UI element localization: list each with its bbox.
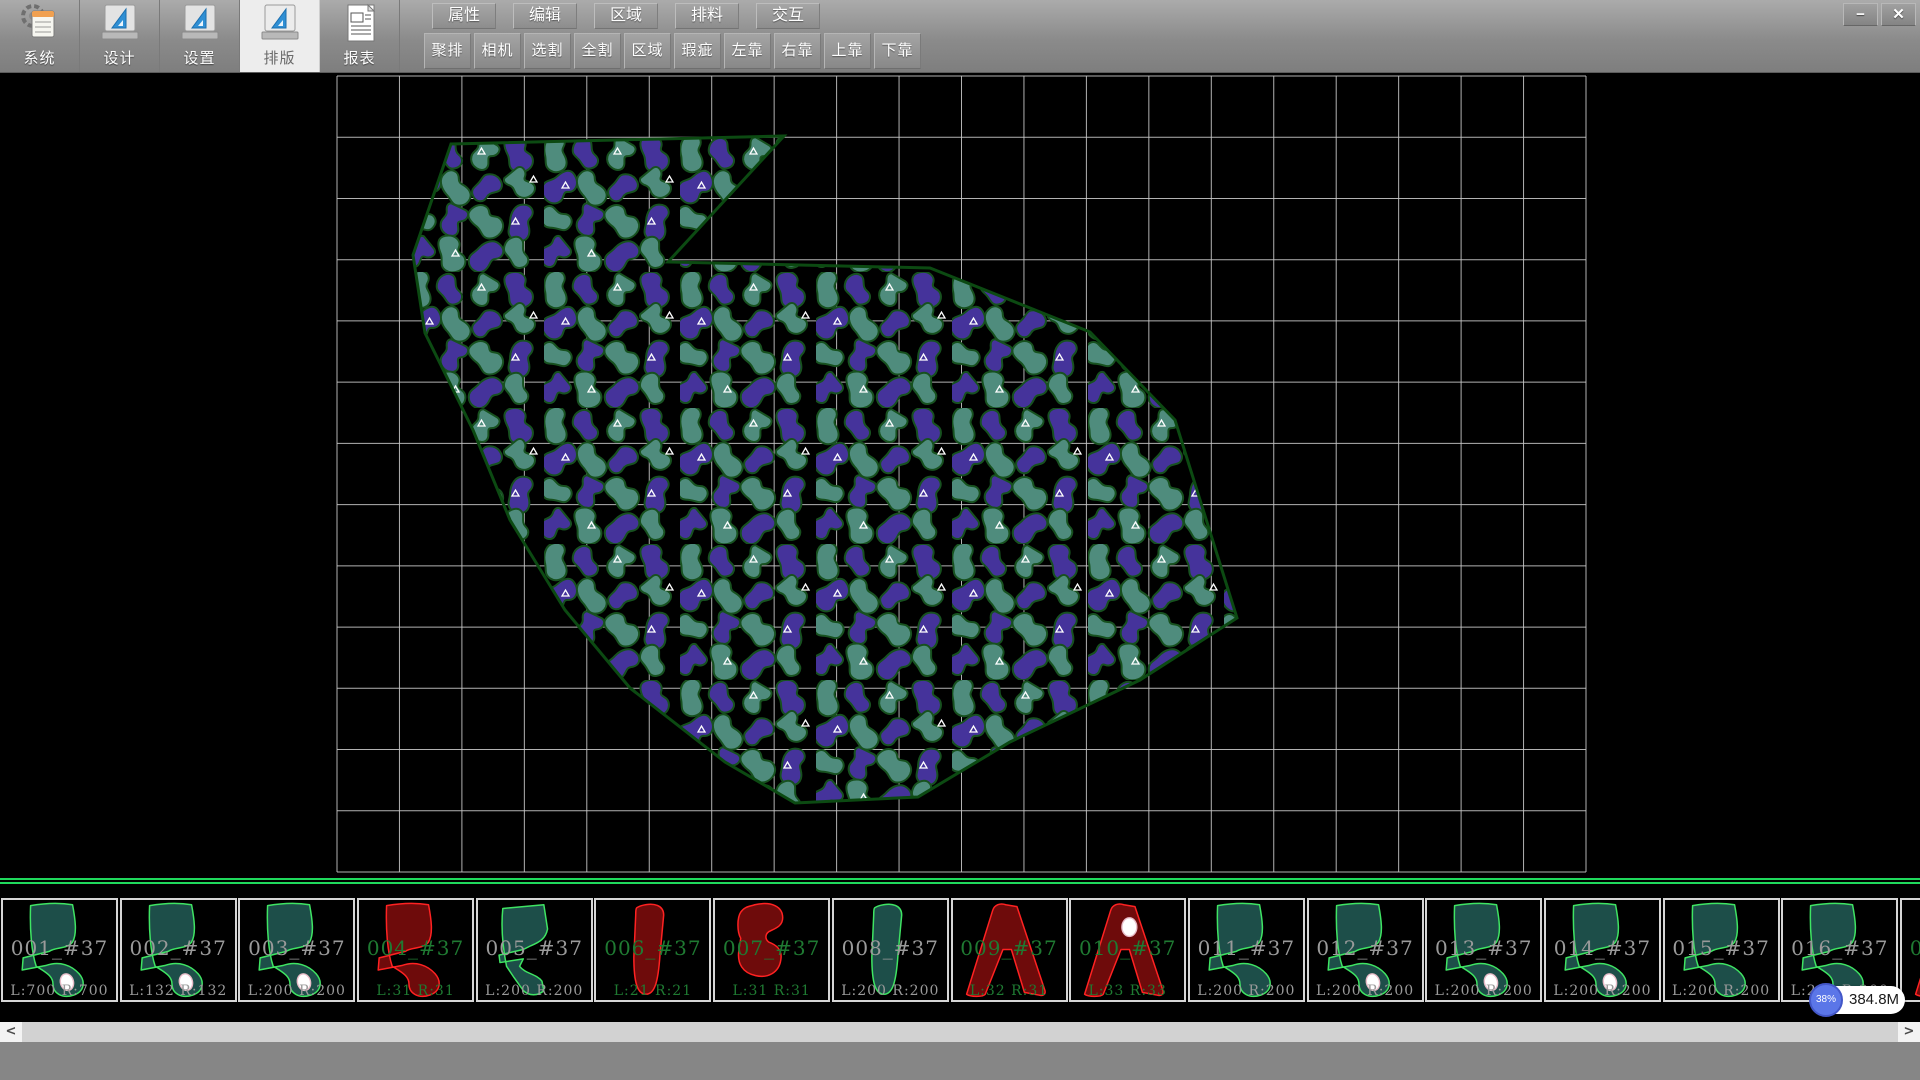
app-tab-bar: 系统 设计 设置 排版 报表: [0, 0, 400, 72]
part-id-label: 008_#37: [834, 936, 947, 960]
app-tab-label: 排版: [263, 47, 295, 68]
thumbnail-part-005_#37[interactable]: 005_#37 L:200 R:200: [476, 898, 593, 1002]
thumbnail-part-007_#37[interactable]: 007_#37 L:31 R:31: [713, 898, 830, 1002]
part-count-label: L:32 R:31: [953, 983, 1066, 999]
close-button[interactable]: ✕: [1881, 3, 1916, 26]
part-count-label: L:31 R:31: [715, 983, 828, 999]
menu-tab-row: 属性编辑区域排料交互: [432, 3, 820, 29]
tool-button-0[interactable]: 聚排: [424, 33, 471, 69]
part-id-label: 001_#37: [3, 936, 116, 960]
window-controls: − ✕: [1843, 3, 1916, 26]
hide-outline: [413, 136, 1237, 803]
part-id-label: 016_#37: [1783, 936, 1896, 960]
part-count-label: L:700 R:700: [3, 983, 116, 999]
menu-tab-0[interactable]: 属性: [432, 3, 496, 29]
thumbnail-part-012_#37[interactable]: 012_#37 L:200 R:200: [1307, 898, 1424, 1002]
part-id-label: 007_#37: [715, 936, 828, 960]
menu-tab-3[interactable]: 排料: [675, 3, 739, 29]
horizontal-scrollbar[interactable]: < >: [0, 1022, 1920, 1042]
part-id-label: 011_#37: [1190, 936, 1303, 960]
part-count-label: L:132 R:132: [122, 983, 235, 999]
thumbnail-part-006_#37[interactable]: 006_#37 L:21 R:21: [594, 898, 711, 1002]
part-count-label: L:21 R:21: [596, 983, 709, 999]
part-count-label: L:200 R:200: [1190, 983, 1303, 999]
app-tab-system-gear[interactable]: 系统: [0, 0, 80, 72]
tool-button-7[interactable]: 右靠: [774, 33, 821, 69]
thumbnail-part-002_#37[interactable]: 002_#37 L:132 R:132: [120, 898, 237, 1002]
settings-ruler-icon: [178, 3, 222, 45]
thumbnail-list: 001_#37L:700 R:700002_#37L:132 R:132003_…: [1, 898, 1920, 1002]
app-tab-report[interactable]: 报表: [320, 0, 400, 72]
part-count-label: L:200 R:200: [1309, 983, 1422, 999]
thumbnail-part-013_#37[interactable]: 013_#37 L:200 R:200: [1425, 898, 1542, 1002]
thumbnail-part-003_#37[interactable]: 003_#37 L:200 R:200: [238, 898, 355, 1002]
strip-divider-line: [0, 878, 1920, 880]
app-tab-nesting-ruler[interactable]: 排版: [240, 0, 320, 72]
part-id-label: 014_#37: [1546, 936, 1659, 960]
app-tab-label: 设计: [103, 47, 135, 68]
part-id-label: 009_#37: [953, 936, 1066, 960]
thumbnail-part-004_#37[interactable]: 004_#37 L:31 R:31: [357, 898, 474, 1002]
system-gear-icon: [18, 3, 62, 45]
part-id-label: 017_#37: [1902, 936, 1920, 960]
part-count-label: L:200 R:200: [1546, 983, 1659, 999]
scroll-right-button[interactable]: >: [1898, 1022, 1920, 1042]
part-id-label: 012_#37: [1309, 936, 1422, 960]
part-count-label: L:200 R:200: [1427, 983, 1540, 999]
part-count-label: L:200 R:200: [240, 983, 353, 999]
memory-status-pill: 38% 384.8M: [1813, 986, 1905, 1014]
nesting-ruler-icon: [258, 3, 302, 45]
tool-button-2[interactable]: 选割: [524, 33, 571, 69]
tool-button-6[interactable]: 左靠: [724, 33, 771, 69]
tool-button-3[interactable]: 全割: [574, 33, 621, 69]
thumbnail-part-015_#37[interactable]: 015_#37 L:200 R:200: [1663, 898, 1780, 1002]
menu-tab-2[interactable]: 区域: [594, 3, 658, 29]
application-window: 系统设计设置排版报表 属性编辑区域排料交互 聚排相机选割全割区域瑕疵左靠右靠上靠…: [0, 0, 1920, 1080]
menu-tab-4[interactable]: 交互: [756, 3, 820, 29]
progress-percent-badge: 38%: [1809, 983, 1843, 1017]
part-id-label: 015_#37: [1665, 936, 1778, 960]
part-id-label: 003_#37: [240, 936, 353, 960]
part-count-label: L:200 R:200: [1665, 983, 1778, 999]
part-id-label: 005_#37: [478, 936, 591, 960]
tool-button-9[interactable]: 下靠: [874, 33, 921, 69]
thumbnail-part-011_#37[interactable]: 011_#37 L:200 R:200: [1188, 898, 1305, 1002]
thumbnail-part-001_#37[interactable]: 001_#37 L:700 R:700: [1, 898, 118, 1002]
app-tab-label: 系统: [23, 47, 55, 68]
tool-button-8[interactable]: 上靠: [824, 33, 871, 69]
thumbnail-part-008_#37[interactable]: 008_#37 L:200 R:200: [832, 898, 949, 1002]
design-ruler-icon: [98, 3, 142, 45]
thumbnail-part-009_#37[interactable]: 009_#37 L:32 R:31: [951, 898, 1068, 1002]
app-tab-design-ruler[interactable]: 设计: [80, 0, 160, 72]
tool-button-4[interactable]: 区域: [624, 33, 671, 69]
toolbar: 系统设计设置排版报表 属性编辑区域排料交互 聚排相机选割全割区域瑕疵左靠右靠上靠…: [0, 0, 1920, 73]
part-id-label: 002_#37: [122, 936, 235, 960]
report-icon: [338, 3, 382, 45]
tool-button-1[interactable]: 相机: [474, 33, 521, 69]
thumbnail-part-017_#37[interactable]: 017_#37L:33 R:33: [1900, 898, 1920, 1002]
thumbnail-part-010_#37[interactable]: 010_#37 L:33 R:33: [1069, 898, 1186, 1002]
part-count-label: L:33 R:33: [1071, 983, 1184, 999]
part-id-label: 006_#37: [596, 936, 709, 960]
part-id-label: 004_#37: [359, 936, 472, 960]
thumbnail-part-014_#37[interactable]: 014_#37 L:200 R:200: [1544, 898, 1661, 1002]
part-id-label: 013_#37: [1427, 936, 1540, 960]
app-tab-label: 设置: [183, 47, 215, 68]
scroll-left-button[interactable]: <: [0, 1022, 22, 1042]
app-tab-settings-ruler[interactable]: 设置: [160, 0, 240, 72]
strip-divider-line: [0, 882, 1920, 884]
app-tab-label: 报表: [343, 47, 375, 68]
part-count-label: L:200 R:200: [478, 983, 591, 999]
memory-usage-label: 384.8M: [1849, 986, 1899, 1014]
minimize-button[interactable]: −: [1843, 3, 1878, 26]
parts-thumbnail-strip: 001_#37L:700 R:700002_#37L:132 R:132003_…: [0, 878, 1920, 1022]
menu-tab-1[interactable]: 编辑: [513, 3, 577, 29]
part-count-label: L:200 R:200: [834, 983, 947, 999]
tool-button-5[interactable]: 瑕疵: [674, 33, 721, 69]
part-count-label: L:31 R:31: [359, 983, 472, 999]
tool-button-row: 聚排相机选割全割区域瑕疵左靠右靠上靠下靠: [424, 33, 921, 69]
status-bar: [0, 1042, 1920, 1080]
part-id-label: 010_#37: [1071, 936, 1184, 960]
